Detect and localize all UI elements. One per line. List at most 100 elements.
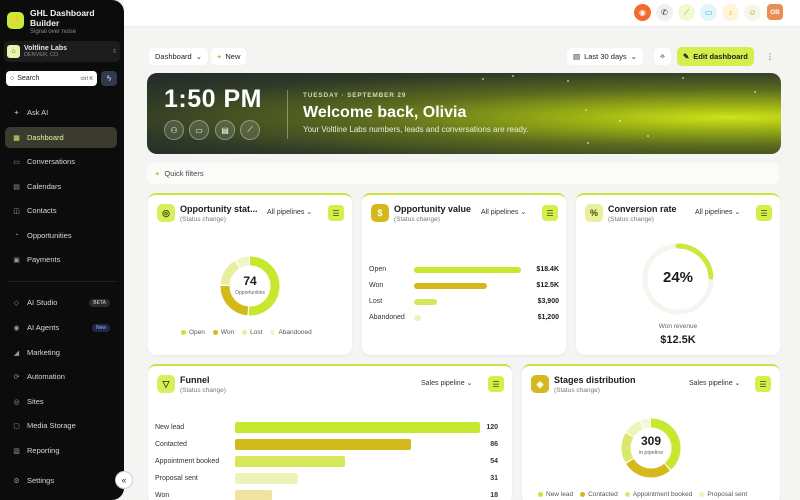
- sidebar-item-settings[interactable]: ⚙ Settings: [5, 470, 117, 491]
- sidebar-item-ai-agents[interactable]: ◉ AI Agents New: [5, 317, 117, 338]
- pipeline-select[interactable]: All pipelines ⌄: [695, 208, 740, 216]
- funnel-bar: [235, 456, 346, 467]
- phone-icon[interactable]: ✆: [656, 4, 673, 21]
- sidebar-item-dashboard[interactable]: ▦ Dashboard: [5, 127, 117, 148]
- legend-label: Lost: [250, 329, 263, 336]
- calendar-icon: ▤: [13, 183, 20, 191]
- funnel-row-label: Won: [155, 492, 170, 499]
- legend-item: New lead: [538, 491, 573, 498]
- legend-swatch: [242, 329, 248, 335]
- users-icon[interactable]: ⚇: [164, 120, 184, 140]
- sidebar-item-reporting[interactable]: ▥ Reporting: [5, 440, 117, 461]
- sidebar-item-calendars[interactable]: ▤ Calendars: [5, 176, 117, 197]
- dashboard-select[interactable]: Dashboard ⌄: [149, 48, 208, 65]
- sidebar-item-conversations[interactable]: ▭ Conversations: [5, 151, 117, 172]
- new-dashboard-button[interactable]: + New: [211, 48, 247, 65]
- layers-icon: ◈: [531, 375, 549, 393]
- funnel-row-label: Proposal sent: [155, 475, 198, 482]
- chevron-down-icon: ⌄: [630, 52, 637, 61]
- value-row-label: Lost: [369, 298, 383, 305]
- dashboard-select-label: Dashboard: [155, 52, 192, 61]
- filter-button[interactable]: ☰: [488, 376, 504, 392]
- sidebar-item-label: Contacts: [27, 206, 57, 215]
- card-title: Conversion rate: [608, 204, 677, 214]
- sidebar-item-ask-ai[interactable]: ✦ Ask AI: [5, 102, 117, 123]
- stages-donut: [621, 418, 681, 478]
- ai-agents-icon: ◉: [13, 324, 20, 332]
- legend-label: Won: [220, 329, 235, 336]
- sidebar-item-opportunities[interactable]: ◔ Opportunities: [5, 225, 117, 246]
- pipeline-select[interactable]: Sales pipeline ⌄: [421, 379, 472, 387]
- sidebar-item-media-storage[interactable]: ▢ Media Storage: [5, 415, 117, 436]
- sidebar-item-ai-studio[interactable]: ◇ AI Studio BETA: [5, 292, 117, 313]
- message-icon[interactable]: ▭: [700, 4, 717, 21]
- filter-button[interactable]: ☰: [328, 205, 344, 221]
- legend-swatch: [181, 329, 186, 335]
- chevron-down-icon: ⌄: [520, 209, 527, 216]
- filter-icon: ☰: [546, 208, 554, 218]
- sidebar-item-automation[interactable]: ⟳ Automation: [5, 366, 117, 387]
- conversion-rate-value: 24%: [662, 269, 694, 286]
- megaphone-icon[interactable]: ⟋: [678, 4, 695, 21]
- card-title: Funnel: [180, 375, 210, 385]
- funnel-icon: ▽: [157, 375, 175, 393]
- avatar[interactable]: OB: [767, 4, 783, 20]
- opportunities-icon: ◔: [14, 232, 19, 239]
- sparkle-dot: [647, 135, 649, 137]
- sidebar-item-sites[interactable]: ◎ Sites: [5, 391, 117, 412]
- funnel-bar: [235, 422, 480, 433]
- legend-label: Proposal sent: [707, 491, 748, 498]
- sidebar-item-marketing[interactable]: ◢ Marketing: [5, 342, 117, 363]
- filter-button[interactable]: ☰: [542, 205, 558, 221]
- date-range-select[interactable]: ▤ Last 30 days ⌄: [567, 48, 643, 65]
- value-row-amount: $18.4K: [536, 266, 559, 273]
- calendar-icon[interactable]: ▤: [215, 120, 235, 140]
- sparkle-icon: ✦: [13, 109, 20, 117]
- pipeline-select[interactable]: All pipelines ⌄: [481, 208, 526, 216]
- filter-icon: ☰: [760, 208, 768, 218]
- funnel-card: ▽ Funnel (Status change) Sales pipeline …: [148, 364, 512, 500]
- bell-icon[interactable]: ♪: [722, 4, 739, 21]
- legend: Open Won Lost Abandoned: [181, 329, 312, 336]
- clock-time: 1:50 PM: [164, 85, 262, 113]
- pipeline-select[interactable]: Sales pipeline ⌄: [689, 379, 740, 387]
- sidebar-item-payments[interactable]: ▣ Payments: [5, 249, 117, 270]
- card-title: Opportunity value: [394, 204, 472, 214]
- edit-label: Edit dashboard: [693, 52, 748, 61]
- sparkle-dot: [512, 75, 514, 77]
- sidebar-item-contacts[interactable]: ◫ Contacts: [5, 200, 117, 221]
- sidebar-item-label: Payments: [27, 255, 61, 264]
- value-bar: [414, 267, 521, 273]
- chat-icon: ▭: [13, 158, 20, 166]
- more-options-button[interactable]: ⋮: [764, 48, 776, 65]
- card-subtitle: (Status change): [394, 216, 440, 223]
- beta-badge: BETA: [89, 298, 110, 307]
- help-icon[interactable]: ☺: [744, 4, 761, 21]
- eye-icon[interactable]: ◉: [634, 4, 651, 21]
- quick-action-button[interactable]: ϟ: [101, 71, 117, 86]
- pipeline-select-label: All pipelines: [695, 209, 733, 216]
- won-revenue-label: Won revenue: [658, 323, 698, 330]
- funnel-row-value: 31: [490, 475, 498, 482]
- conversion-rate-card: % Conversion rate (Status change) All pi…: [576, 193, 780, 355]
- marketing-icon: ◢: [13, 349, 20, 357]
- sparkle-dot: [682, 77, 684, 79]
- sidebar-item-label: Marketing: [27, 348, 60, 357]
- opportunity-value-card: $ Opportunity value (Status change) All …: [362, 193, 566, 355]
- app-title: GHL Dashboard Builder: [30, 8, 95, 28]
- chat-icon[interactable]: ▭: [189, 120, 209, 140]
- filter-button[interactable]: ☰: [755, 376, 771, 392]
- pipeline-select[interactable]: All pipelines ⌄: [267, 208, 312, 216]
- search-input[interactable]: ○ Search ctrl K: [6, 71, 97, 86]
- chart-icon[interactable]: ⟋: [240, 120, 260, 140]
- edit-dashboard-button[interactable]: ✎ Edit dashboard: [677, 47, 754, 66]
- target-icon: ◎: [157, 204, 175, 222]
- collapse-sidebar-button[interactable]: «: [115, 471, 133, 489]
- filter-button[interactable]: ☰: [756, 205, 772, 221]
- wand-button[interactable]: ✧: [654, 48, 671, 65]
- value-row: Abandoned $1,200: [369, 313, 559, 323]
- funnel-row-value: 54: [490, 458, 498, 465]
- account-switcher[interactable]: ⌂ Voltline Labs DENVER, CO ⇕: [4, 41, 120, 62]
- sidebar-item-label: Automation: [27, 372, 65, 381]
- quick-filters-bar[interactable]: + Quick filters: [147, 163, 779, 184]
